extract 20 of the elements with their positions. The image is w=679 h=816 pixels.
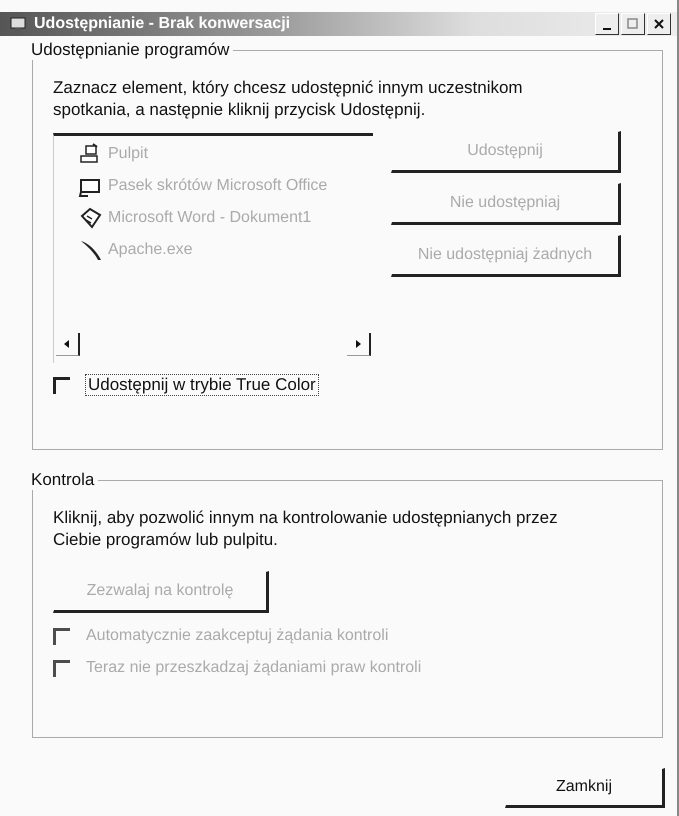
- close-button[interactable]: [647, 13, 671, 35]
- maximize-icon: [627, 18, 639, 30]
- minimize-button[interactable]: [595, 13, 619, 35]
- document-icon: [78, 206, 104, 230]
- left-arrow-icon: [63, 339, 71, 349]
- scroll-left-button[interactable]: [56, 333, 80, 356]
- close-dialog-button[interactable]: Zamknij: [505, 768, 665, 808]
- close-icon: [653, 18, 665, 30]
- checkbox-label: Teraz nie przeszkadzaj żądaniami praw kontroli: [86, 659, 422, 677]
- right-arrow-icon: [354, 339, 362, 349]
- checkbox-label: Automatycznie zaakceptuj żądania kontroli: [86, 627, 388, 645]
- app-icon: [10, 16, 28, 32]
- checkbox[interactable]: [53, 376, 70, 394]
- scroll-right-button[interactable]: [347, 333, 371, 356]
- instruction-text: Zaznacz element, który chcesz udostępnić innym uczestnikom spotkania, a następnie kliknij przycisk Udostępnij.: [53, 77, 524, 121]
- window-title: Udostępnianie - Brak konwersacji: [34, 15, 292, 33]
- maximize-button[interactable]: [621, 13, 645, 35]
- instruction-text: Kliknij, aby pozwolić innym na kontrolowanie udostępnianych przez Ciebie programów lub pulpitu.: [53, 507, 559, 551]
- checkbox-label: Udostępnij w trybie True Color: [86, 375, 318, 395]
- minimize-icon: [603, 28, 611, 30]
